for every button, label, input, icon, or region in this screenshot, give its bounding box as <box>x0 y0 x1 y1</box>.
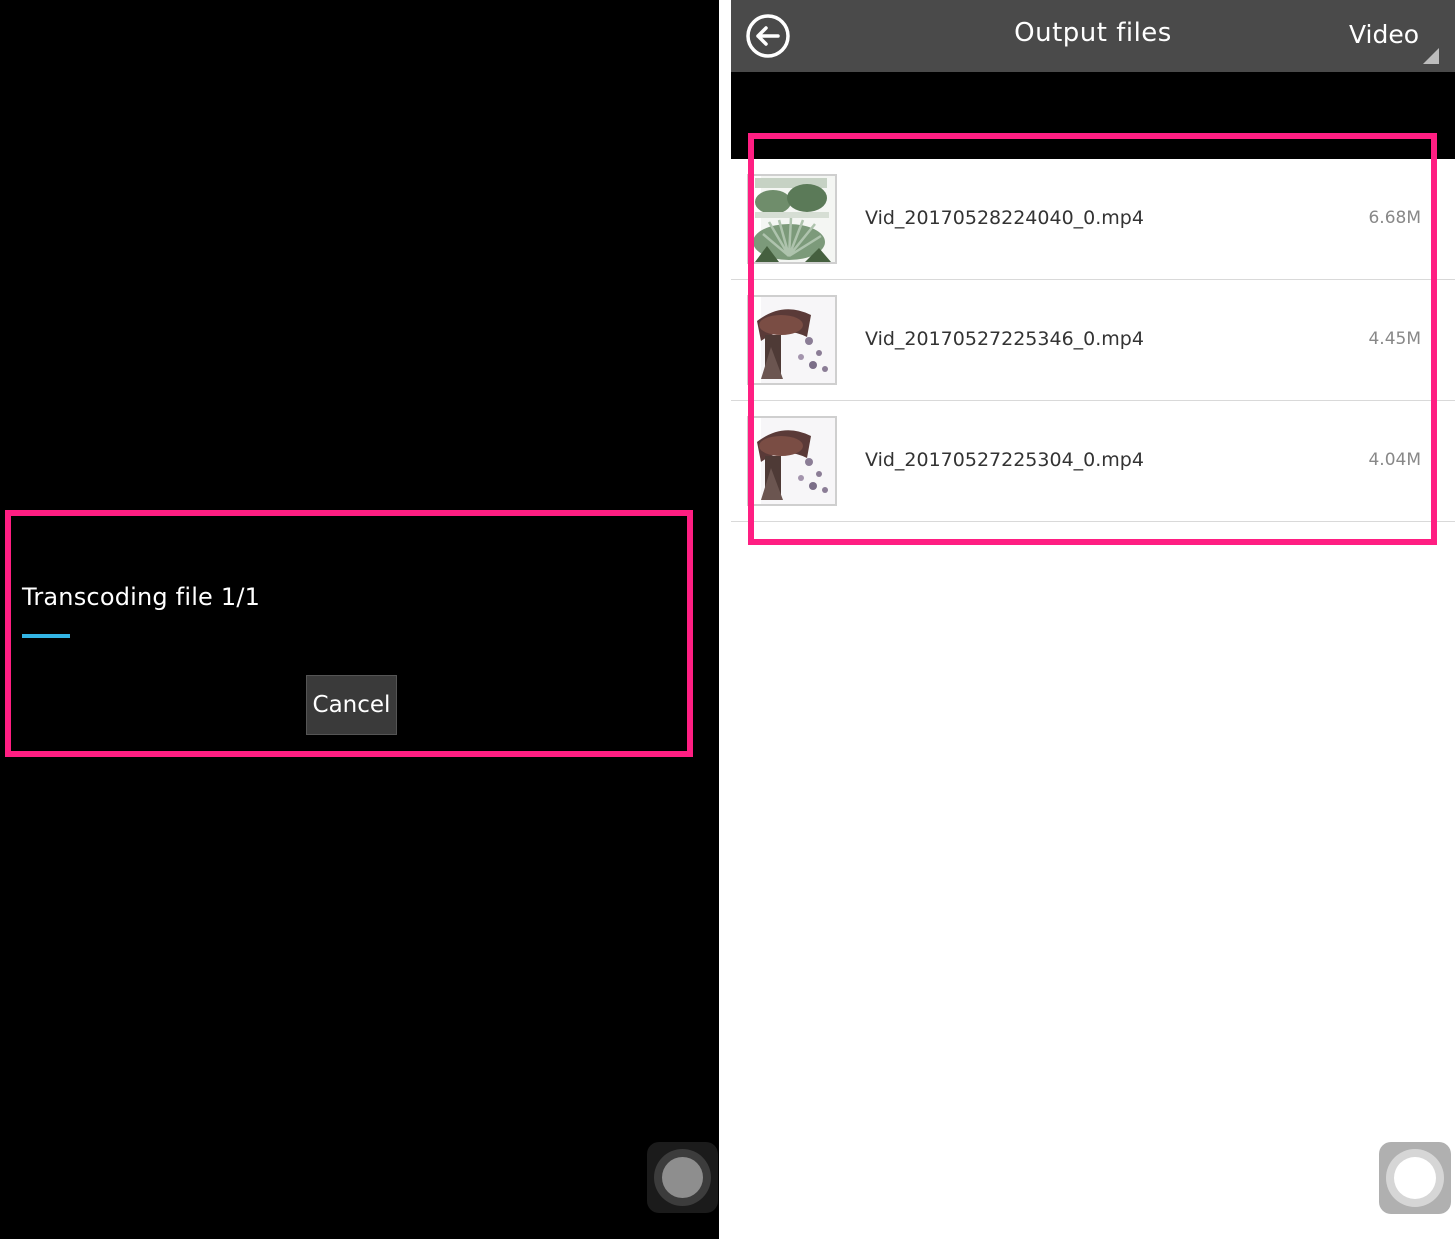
highlight-box-dialog <box>5 510 693 757</box>
screen-divider <box>719 0 731 1239</box>
page-title: Output files <box>1014 18 1172 48</box>
dropdown-corner-icon <box>1423 48 1439 64</box>
title-bar: Output files Video <box>731 0 1455 72</box>
file-type-dropdown[interactable]: Video <box>1348 10 1441 64</box>
assistive-touch-dot <box>662 1157 703 1198</box>
file-type-dropdown-label: Video <box>1348 20 1419 49</box>
assistive-touch-dot <box>1394 1157 1436 1199</box>
highlight-box-file-list <box>748 133 1437 545</box>
assistive-touch-icon[interactable] <box>647 1142 718 1213</box>
assistive-touch-icon[interactable] <box>1379 1142 1451 1214</box>
screenshot-composite: Transcoding file 1/1 Cancel Output files… <box>0 0 1455 1239</box>
